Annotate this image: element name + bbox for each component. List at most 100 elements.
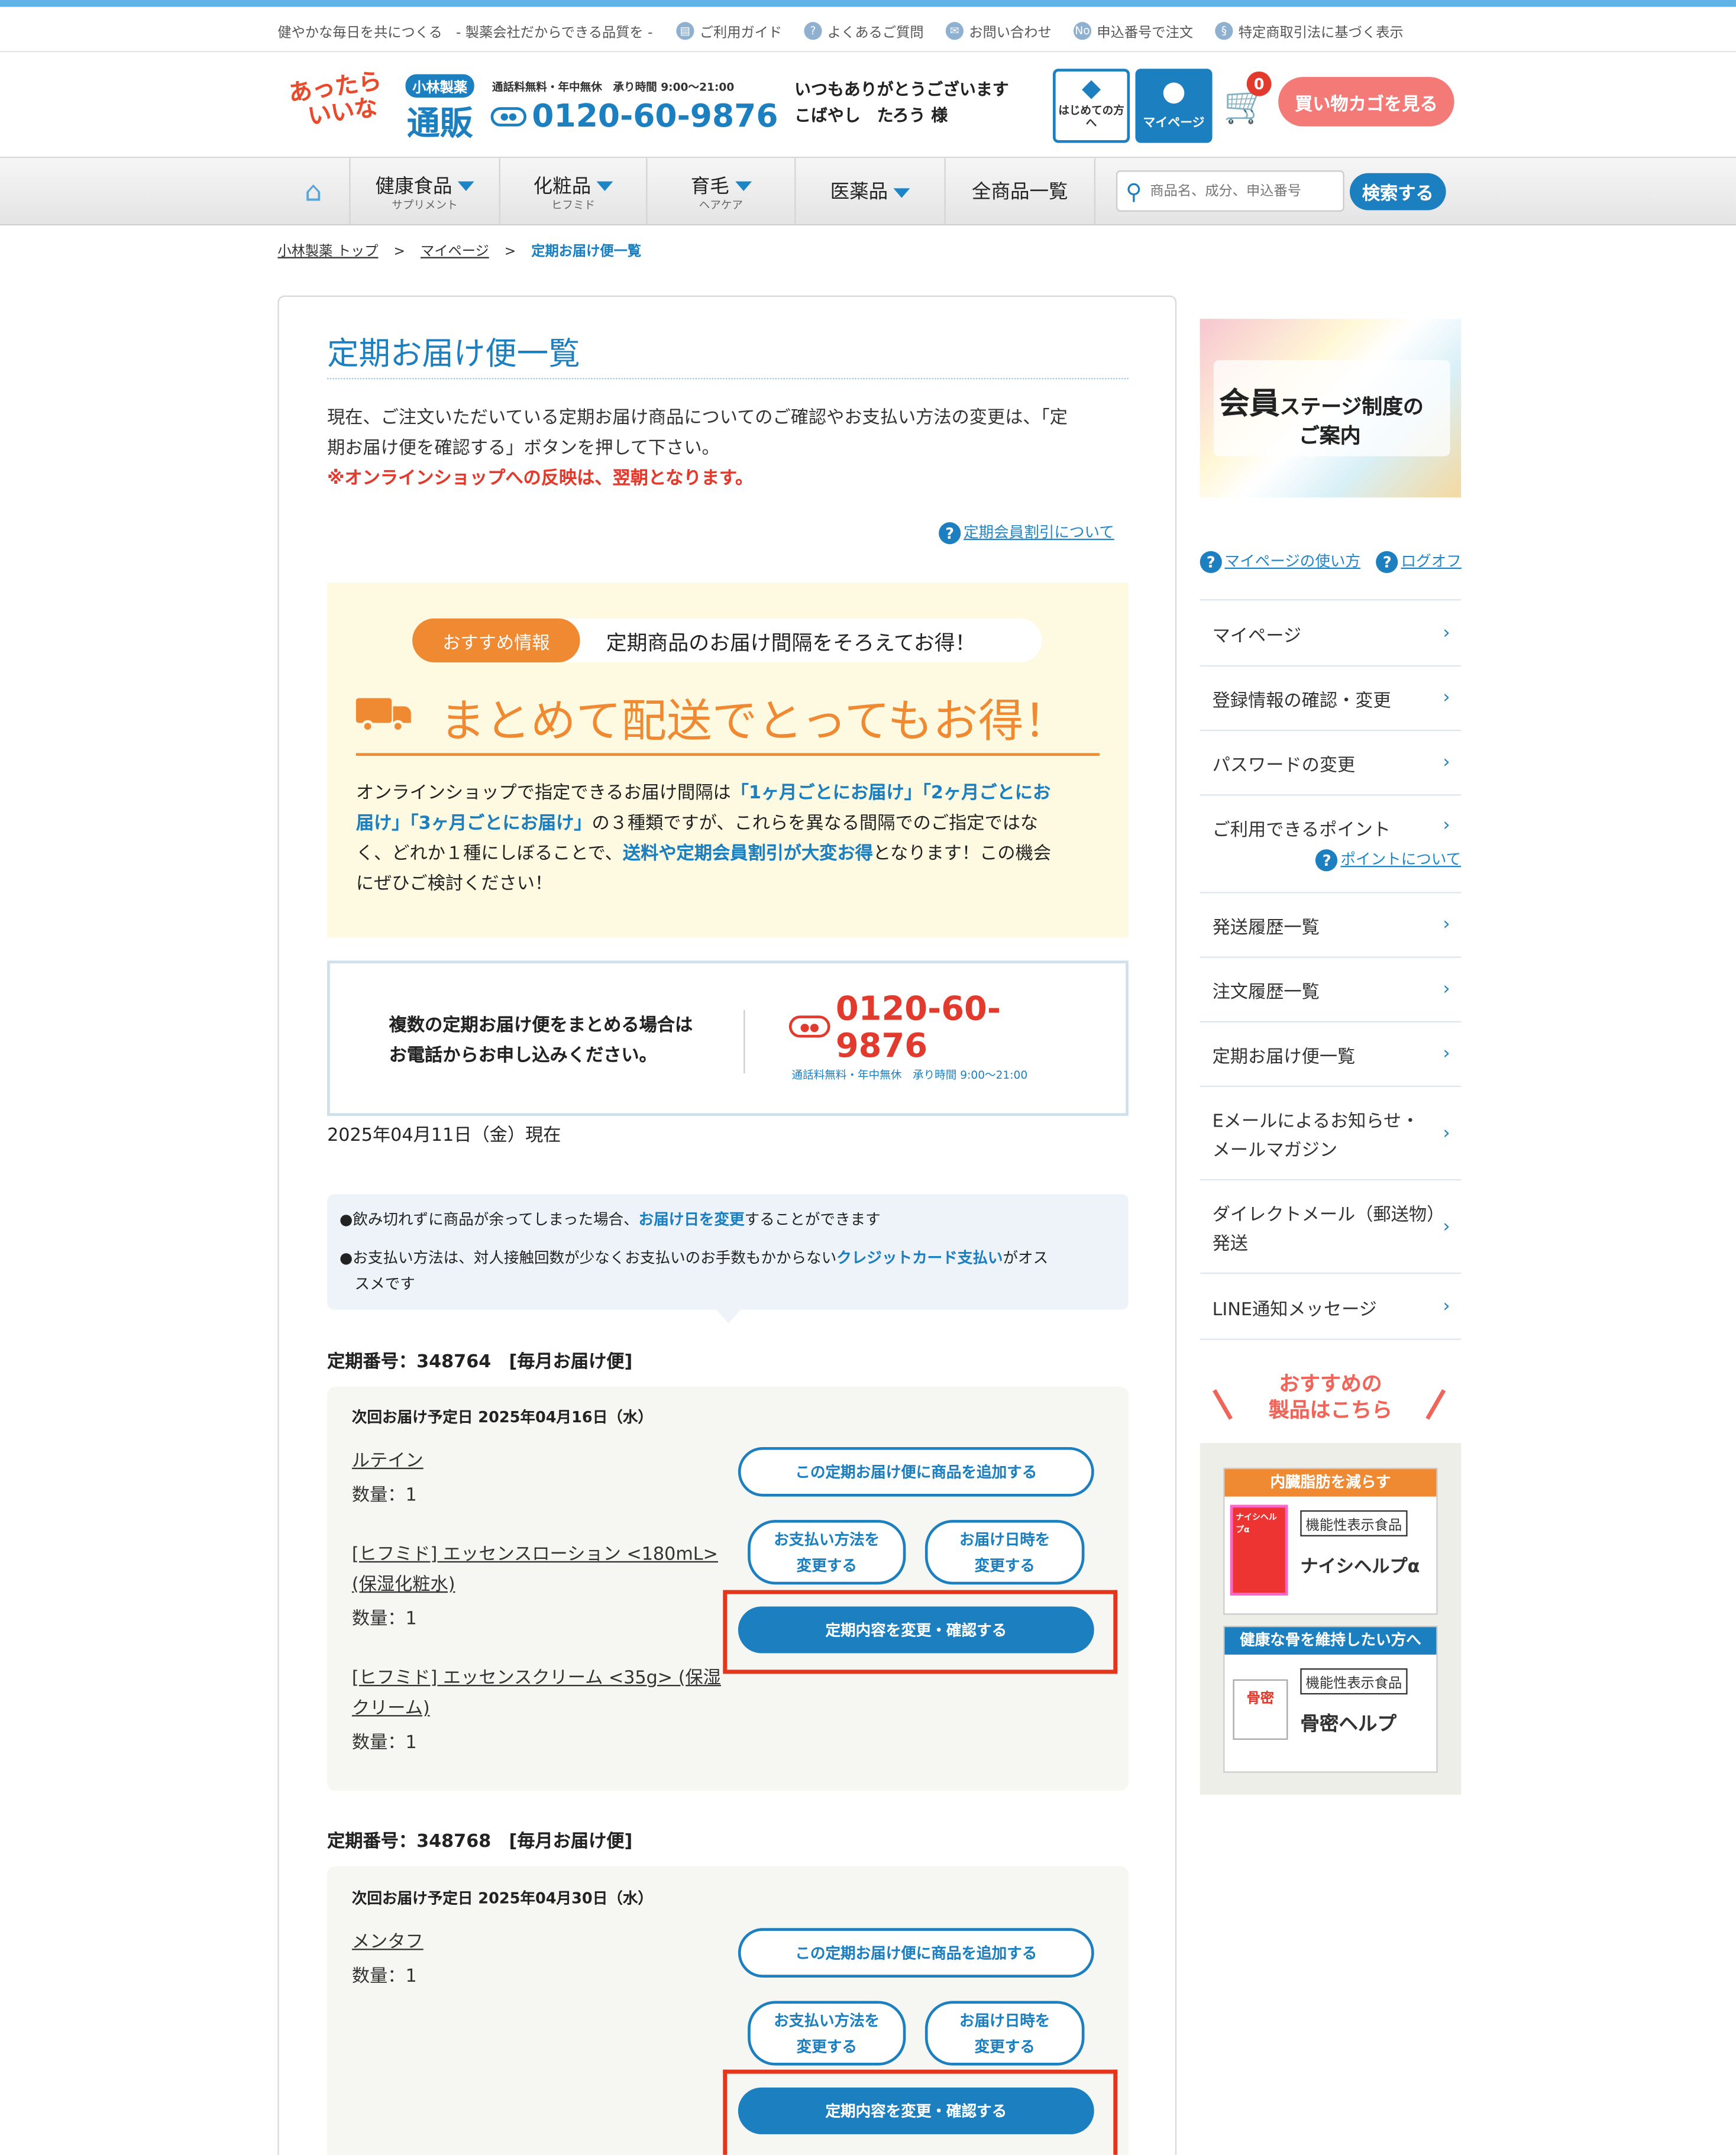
product-card-kotsumitsu[interactable]: 健康な骨を維持したい方へ 骨密 機能性表示食品 骨密ヘルプ (1223, 1626, 1438, 1773)
guide-link[interactable]: ▤ ご利用ガイド (676, 21, 782, 41)
freedial-icon: ●● (788, 1015, 830, 1038)
nav-all-products[interactable]: 全商品一覧 (944, 158, 1096, 224)
highlight-box (723, 1590, 1118, 1674)
top-accent-bar (0, 0, 1736, 7)
reflection-notice: ※オンラインショップへの反映は、翌朝となります。 (327, 468, 754, 490)
recommend-badge: おすすめ情報 (412, 618, 580, 663)
document-icon: § (1215, 22, 1233, 40)
order-by-number-link[interactable]: No 申込番号で注文 (1073, 21, 1193, 41)
nav-cosmetics[interactable]: 化粧品 ヒフミド (499, 158, 646, 224)
mail-icon: ✉ (945, 22, 964, 40)
sidebar-item-order-history[interactable]: 注文履歴一覧 › (1200, 958, 1462, 1023)
breadcrumb: 小林製薬 トップ > マイページ > 定期お届け便一覧 (277, 244, 642, 260)
sidebar-item-password[interactable]: パスワードの変更 › (1200, 731, 1462, 796)
breadcrumb-mypage[interactable]: マイページ (421, 245, 489, 260)
user-icon: ● (1162, 74, 1186, 108)
sidebar-item-line[interactable]: LINE通知メッセージ › (1200, 1274, 1462, 1340)
search-icon: ⚲ (1126, 177, 1142, 205)
global-nav: ⌂ 健康食品 サプリメント 化粧品 ヒフミド 育毛 ヘアケア 医薬品 全商品一覧 ⚲ … (0, 156, 1736, 226)
question-icon: ? (939, 522, 961, 545)
promo-headline: まとめて配送でとってもお得！ (439, 694, 1069, 748)
view-cart-button[interactable]: 買い物カゴを見る (1278, 77, 1454, 127)
contact-link[interactable]: ✉ お問い合わせ (945, 21, 1052, 41)
product-link[interactable]: ルテイン (352, 1447, 424, 1477)
subscription-header: 定期番号：348768 [毎月お届け便] (327, 1832, 633, 1853)
sidebar-item-shipping-history[interactable]: 発送履歴一覧 › (1200, 893, 1462, 958)
subscription-header: 定期番号：348764 [毎月お届け便] (327, 1352, 633, 1373)
quantity: 数量：1 (351, 1966, 417, 1988)
promo-body: オンラインショップで指定できるお届け間隔は「1ヶ月ごとにお届け」「2ヶ月ごとにお… (355, 783, 1052, 895)
phone-number[interactable]: 0120-60- 9876 (836, 990, 1001, 1064)
search-box[interactable]: ⚲ (1116, 170, 1344, 212)
points-help-link[interactable]: ポイントについて (1340, 850, 1461, 868)
freedial-icon: ●● (490, 107, 527, 127)
number-icon: No (1073, 22, 1092, 40)
cart-count-badge: 0 (1246, 71, 1272, 96)
product-link[interactable]: (保湿化粧水) (352, 1571, 455, 1601)
logout-link[interactable]: ログオフ (1401, 552, 1462, 570)
question-icon: ? (1315, 849, 1338, 872)
recommend-heading: おすすめの 製品はこちら (1268, 1371, 1393, 1423)
sidebar-item-email[interactable]: Eメールによるお知らせ・ メールマガジン › (1200, 1087, 1462, 1181)
discount-help[interactable]: ? 定期会員割引について (939, 521, 1114, 545)
product-card-naishi[interactable]: 内臓脂肪を減らす ナイシヘルプα 機能性表示食品 ナイシヘルプα (1223, 1467, 1438, 1615)
first-time-button[interactable]: ◆ はじめての方へ (1053, 69, 1130, 143)
chevron-right-icon: › (1443, 1043, 1450, 1064)
page-title: 定期お届け便一覧 (327, 327, 1129, 380)
nav-hair-care[interactable]: 育毛 ヘアケア (646, 158, 794, 224)
sidebar-item-profile[interactable]: 登録情報の確認・変更 › (1200, 666, 1462, 732)
chevron-right-icon: › (1443, 979, 1450, 1000)
header-phone: ●● 0120-60-9876 (490, 99, 778, 135)
promo-box: おすすめ情報 定期商品のお届け間隔をそろえてお得！ まとめて配送でとってもお得！… (327, 583, 1129, 937)
intro-text: 現在、ご注文いただいている定期お届け商品についてのご確認やお支払い方法の変更は、… (327, 404, 1129, 494)
current-date: 2025年04月11日（金）現在 (327, 1125, 561, 1147)
next-delivery-date: 次回お届け予定日 2025年04月16日（水） (351, 1408, 653, 1427)
sidebar-item-mypage[interactable]: マイページ › (1200, 601, 1462, 667)
chevron-right-icon: › (1443, 914, 1450, 936)
sidebar-item-points[interactable]: ご利用できるポイント › ? ポイントについて (1200, 795, 1462, 894)
book-icon: ▤ (676, 22, 694, 40)
breadcrumb-current: 定期お届け便一覧 (531, 244, 642, 260)
question-icon: ? (1376, 551, 1398, 574)
change-delivery-date-button[interactable]: お届け日時を 変更する (924, 2001, 1085, 2066)
change-delivery-date-button[interactable]: お届け日時を 変更する (924, 1520, 1085, 1585)
change-payment-button[interactable]: お支払い方法を 変更する (748, 2001, 906, 2066)
site-logo[interactable]: あったら いいな 小林製薬 通販 (277, 68, 484, 145)
chevron-right-icon: › (1443, 816, 1450, 837)
search-input[interactable] (1150, 183, 1322, 199)
truck-icon (355, 693, 411, 734)
question-icon: ? (804, 22, 822, 40)
product-link[interactable]: [ヒフミド] エッセンスローション <180mL> (352, 1541, 718, 1571)
home-nav[interactable]: ⌂ (277, 158, 349, 224)
sidebar-item-subscriptions[interactable]: 定期お届け便一覧 › (1200, 1023, 1462, 1088)
beginner-mark-icon: ◆ (1082, 74, 1101, 103)
product-link[interactable]: [ヒフミド] エッセンスクリーム <35g> (保湿 (352, 1664, 721, 1694)
chevron-right-icon: › (1443, 1122, 1450, 1144)
add-product-button[interactable]: この定期お届け便に商品を追加する (738, 1447, 1094, 1497)
product-link[interactable]: クリーム) (352, 1694, 430, 1724)
member-stage-banner[interactable]: 会員ステージ制度の ご案内 (1200, 319, 1462, 498)
next-delivery-date: 次回お届け予定日 2025年04月30日（水） (351, 1889, 653, 1908)
home-icon: ⌂ (305, 174, 322, 208)
chevron-right-icon: › (1443, 1296, 1450, 1317)
add-product-button[interactable]: この定期お届け便に商品を追加する (738, 1928, 1094, 1978)
site-header: あったら いいな 小林製薬 通販 通話料無料・年中無休 承り時間 9:00〜21… (0, 52, 1736, 157)
legal-notice-link[interactable]: § 特定商取引法に基づく表示 (1215, 21, 1404, 41)
dropdown-icon (596, 181, 613, 192)
change-payment-button[interactable]: お支払い方法を 変更する (748, 1520, 906, 1585)
sidebar-item-direct-mail[interactable]: ダイレクトメール（郵送物） 発送 › (1200, 1180, 1462, 1274)
search-button[interactable]: 検索する (1349, 173, 1446, 211)
highlight-box (723, 2069, 1118, 2155)
chevron-right-icon: › (1443, 752, 1450, 774)
sidebar-help-links: ? マイページの使い方 ? ログオフ (1200, 550, 1462, 574)
quantity: 数量：1 (351, 1733, 417, 1754)
mypage-help-link[interactable]: マイページの使い方 (1225, 552, 1361, 570)
faq-link[interactable]: ? よくあるご質問 (804, 21, 924, 41)
nav-health-food[interactable]: 健康食品 サプリメント (349, 158, 499, 224)
tagline: 健やかな毎日を共につくる - 製薬会社だからできる品質を - (277, 26, 653, 41)
mypage-button[interactable]: ● マイページ (1135, 69, 1213, 143)
nav-medicine[interactable]: 医薬品 (794, 158, 944, 224)
breadcrumb-top[interactable]: 小林製薬 トップ (277, 245, 378, 260)
chevron-right-icon: › (1443, 1216, 1450, 1237)
product-link[interactable]: メンタフ (352, 1928, 424, 1958)
